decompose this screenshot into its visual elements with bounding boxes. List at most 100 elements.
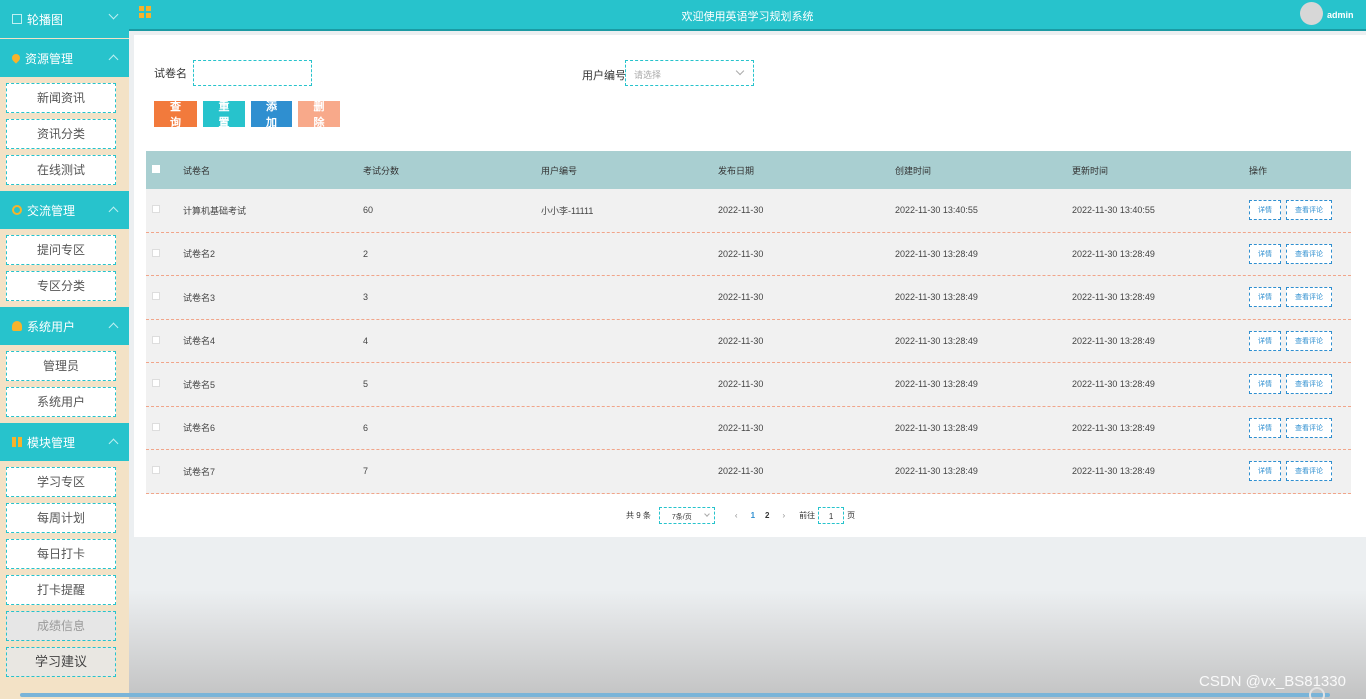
- cell-actions: 详情 查看评论: [1249, 243, 1351, 264]
- sidebar-item-online-test[interactable]: 在线测试: [6, 155, 116, 185]
- cell-actions: 详情 查看评论: [1249, 287, 1351, 308]
- add-button[interactable]: 添加: [251, 101, 292, 129]
- sidebar-group-label: 模块管理: [27, 435, 76, 450]
- cell-publish-date: 2022-11-30: [718, 466, 764, 477]
- chevron-down-icon: [108, 9, 119, 20]
- column-header[interactable]: 考试分数: [363, 164, 541, 177]
- sidebar-item-daily-checkin[interactable]: 每日打卡: [6, 539, 116, 569]
- cell-actions: 详情 查看评论: [1249, 417, 1351, 438]
- cell-updated: 2022-11-30 13:28:49: [1072, 292, 1155, 303]
- detail-button[interactable]: 详情: [1249, 417, 1281, 438]
- row-checkbox[interactable]: [152, 248, 160, 257]
- sidebar-item-news-category[interactable]: 资讯分类: [6, 119, 116, 149]
- cell-score: 5: [363, 379, 369, 390]
- user-id-select[interactable]: 请选择: [625, 60, 754, 86]
- table-header: 试卷名 考试分数 用户编号 发布日期 创建时间 更新时间 操作: [146, 151, 1351, 189]
- detail-button[interactable]: 详情: [1249, 200, 1281, 221]
- cell-actions: 详情 查看评论: [1249, 374, 1351, 395]
- cell-actions: 详情 查看评论: [1249, 200, 1351, 221]
- cell-score: 3: [363, 292, 369, 303]
- view-comments-button[interactable]: 查看评论: [1286, 461, 1332, 482]
- row-checkbox[interactable]: [152, 292, 160, 301]
- sidebar-group-carousel[interactable]: 轮播图: [0, 0, 129, 38]
- cell-created: 2022-11-30 13:28:49: [895, 466, 978, 477]
- row-checkbox[interactable]: [152, 335, 160, 344]
- page-number[interactable]: 1: [751, 511, 755, 520]
- row-checkbox[interactable]: [152, 379, 160, 388]
- sidebar-group-resources[interactable]: 资源管理: [0, 39, 129, 77]
- cell-publish-date: 2022-11-30: [718, 379, 764, 390]
- table-row: 试卷名7 7 2022-11-30 2022-11-30 13:28:49 2022-1…: [146, 450, 1351, 494]
- sidebar-item-scores[interactable]: 成绩信息: [6, 611, 116, 641]
- detail-button[interactable]: 详情: [1249, 243, 1281, 264]
- table-row: 试卷名4 4 2022-11-30 2022-11-30 13:28:49 2022-1…: [146, 319, 1351, 363]
- table-row: 计算机基础考试 60 小小李-11111 2022-11-30 2022-11-30 1…: [146, 189, 1351, 233]
- column-header[interactable]: 发布日期: [718, 164, 895, 177]
- avatar[interactable]: [1300, 2, 1323, 25]
- next-page-button[interactable]: ›: [782, 511, 785, 520]
- exam-name-label: 试卷名: [154, 68, 187, 80]
- cell-publish-date: 2022-11-30: [718, 205, 764, 216]
- page-title: 欢迎使用英语学习规划系统: [681, 11, 814, 23]
- cell-exam-name: 计算机基础考试: [183, 205, 247, 216]
- cell-score: 6: [363, 422, 369, 433]
- sidebar-item-checkin-reminder[interactable]: 打卡提醒: [6, 575, 116, 605]
- delete-button[interactable]: 删除: [298, 101, 340, 129]
- sidebar-group-label: 资源管理: [25, 51, 74, 66]
- exam-table: 试卷名 考试分数 用户编号 发布日期 创建时间 更新时间 操作 计算机基础考试 6…: [146, 151, 1351, 494]
- view-comments-button[interactable]: 查看评论: [1286, 374, 1332, 395]
- select-all-checkbox[interactable]: [152, 165, 160, 173]
- detail-button[interactable]: 详情: [1249, 330, 1281, 351]
- cell-created: 2022-11-30 13:28:49: [895, 292, 978, 303]
- cell-updated: 2022-11-30 13:28:49: [1072, 248, 1155, 259]
- chevron-down-icon: [735, 66, 745, 76]
- cell-score: 7: [363, 466, 369, 477]
- cell-exam-name: 试卷名3: [183, 292, 216, 303]
- prev-page-button[interactable]: ‹: [735, 511, 738, 520]
- query-button[interactable]: 查询: [154, 101, 197, 129]
- sidebar-item-news[interactable]: 新闻资讯: [6, 83, 116, 113]
- view-comments-button[interactable]: 查看评论: [1286, 417, 1332, 438]
- row-checkbox[interactable]: [152, 466, 160, 475]
- sidebar: 轮播图 资源管理 新闻资讯 资讯分类 在线测试 交流管理 提问专区 专区分类 系…: [0, 0, 129, 699]
- column-header[interactable]: 用户编号: [541, 164, 718, 177]
- column-header[interactable]: 更新时间: [1072, 164, 1249, 177]
- watermark: CSDN @vx_BS81330: [1199, 673, 1346, 690]
- sidebar-item-study-zone[interactable]: 学习专区: [6, 467, 116, 497]
- column-header: 操作: [1249, 165, 1268, 176]
- chevron-up-icon: [108, 322, 119, 333]
- sidebar-item-study-advice[interactable]: 学习建议: [6, 647, 116, 677]
- username[interactable]: admin: [1327, 10, 1354, 20]
- horizontal-scrollbar[interactable]: [20, 693, 1330, 697]
- row-checkbox[interactable]: [152, 422, 160, 431]
- detail-button[interactable]: 详情: [1249, 374, 1281, 395]
- sidebar-item-zone-category[interactable]: 专区分类: [6, 271, 116, 301]
- action-buttons: 查询 重置 添加 删除: [154, 101, 346, 129]
- page-size-select[interactable]: 7条/页: [658, 507, 715, 524]
- chevron-down-icon: [704, 511, 710, 517]
- sidebar-group-label: 轮播图: [27, 12, 64, 27]
- view-comments-button[interactable]: 查看评论: [1286, 287, 1332, 308]
- sidebar-item-system-user[interactable]: 系统用户: [6, 387, 116, 417]
- detail-button[interactable]: 详情: [1249, 287, 1281, 308]
- sidebar-item-questions[interactable]: 提问专区: [6, 235, 116, 265]
- sidebar-group-label: 交流管理: [27, 203, 76, 218]
- detail-button[interactable]: 详情: [1249, 461, 1281, 482]
- view-comments-button[interactable]: 查看评论: [1286, 200, 1332, 221]
- exam-name-input[interactable]: [193, 60, 312, 86]
- column-header[interactable]: 创建时间: [895, 164, 1072, 177]
- sidebar-item-admin[interactable]: 管理员: [6, 351, 116, 381]
- goto-page-input[interactable]: 1: [818, 507, 845, 524]
- column-header[interactable]: 试卷名: [183, 164, 363, 177]
- view-comments-button[interactable]: 查看评论: [1286, 243, 1332, 264]
- cell-updated: 2022-11-30 13:28:49: [1072, 335, 1155, 346]
- sidebar-group-modules[interactable]: 模块管理: [0, 423, 129, 461]
- sidebar-group-system-users[interactable]: 系统用户: [0, 307, 129, 345]
- sidebar-group-communication[interactable]: 交流管理: [0, 191, 129, 229]
- page-number[interactable]: 2: [765, 511, 769, 520]
- row-checkbox[interactable]: [152, 205, 160, 214]
- sidebar-item-weekly-plan[interactable]: 每周计划: [6, 503, 116, 533]
- reset-button[interactable]: 重置: [203, 101, 245, 129]
- cell-publish-date: 2022-11-30: [718, 422, 764, 433]
- view-comments-button[interactable]: 查看评论: [1286, 330, 1332, 351]
